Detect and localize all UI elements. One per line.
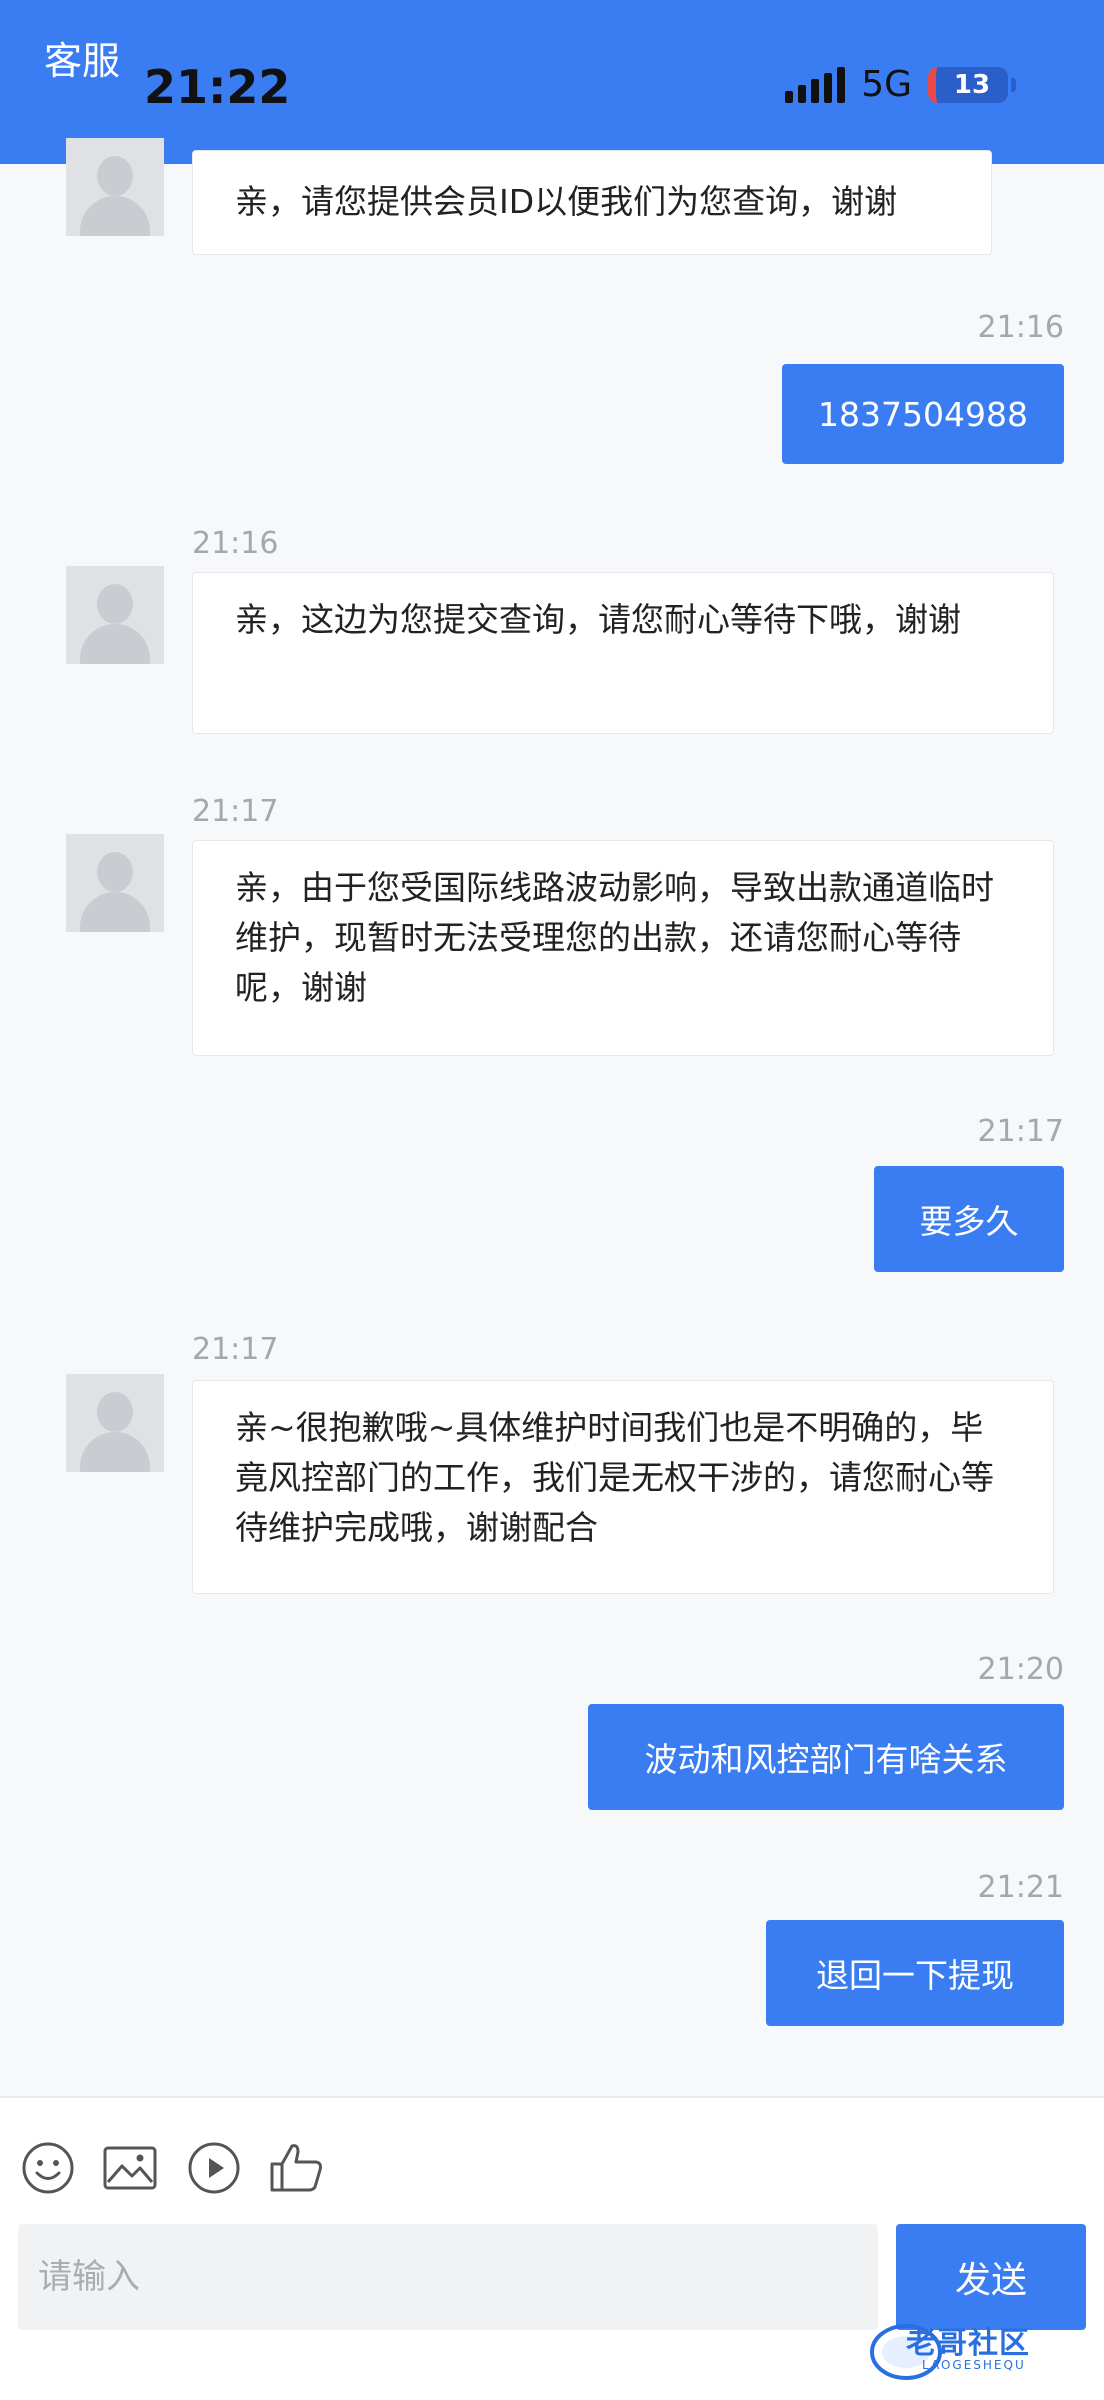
agent-avatar — [66, 1374, 164, 1472]
watermark-subtext: LAOGESHEQU — [922, 2358, 1026, 2372]
message-timestamp: 21:16 — [192, 526, 279, 561]
battery-icon: 13 — [928, 66, 1016, 103]
outgoing-message: 波动和风控部门有啥关系 — [588, 1704, 1064, 1810]
message-text: 要多久 — [919, 1202, 1019, 1241]
message-timestamp: 21:17 — [977, 1114, 1064, 1149]
thumbs-up-icon[interactable] — [268, 2138, 324, 2194]
message-text: 亲，请您提供会员ID以便我们为您查询，谢谢 — [235, 182, 898, 221]
message-timestamp: 21:16 — [977, 310, 1064, 345]
agent-avatar — [66, 834, 164, 932]
outgoing-message: 退回一下提现 — [766, 1920, 1064, 2026]
message-text: 波动和风控部门有啥关系 — [644, 1740, 1008, 1779]
outgoing-message: 1837504988 — [782, 364, 1064, 464]
message-text: 亲，这边为您提交查询，请您耐心等待下哦，谢谢 — [235, 600, 961, 639]
play-icon[interactable] — [186, 2140, 242, 2196]
app-header: 客服 21:22 5G 13 — [0, 0, 1104, 164]
incoming-message: 亲，这边为您提交查询，请您耐心等待下哦，谢谢 — [192, 572, 1054, 734]
agent-avatar — [66, 566, 164, 664]
image-icon[interactable] — [102, 2140, 158, 2196]
incoming-message: 亲，由于您受国际线路波动影响，导致出款通道临时维护，现暂时无法受理您的出款，还请… — [192, 840, 1054, 1056]
message-timestamp: 21:17 — [192, 1332, 279, 1367]
message-text: 亲，由于您受国际线路波动影响，导致出款通道临时维护，现暂时无法受理您的出款，还请… — [235, 868, 994, 1007]
outgoing-message: 要多久 — [874, 1166, 1064, 1272]
watermark-logo: 老哥社区 LAOGESHEQU — [866, 2312, 1092, 2386]
signal-icon — [785, 66, 846, 103]
incoming-message: 亲，请您提供会员ID以便我们为您查询，谢谢 — [192, 150, 992, 255]
status-clock: 21:22 — [144, 60, 291, 114]
incoming-message: 亲~很抱歉哦~具体维护时间我们也是不明确的，毕竟风控部门的工作，我们是无权干涉的… — [192, 1380, 1054, 1594]
message-text: 1837504988 — [818, 394, 1028, 434]
agent-avatar — [66, 138, 164, 236]
status-indicators: 5G 13 — [785, 64, 1016, 105]
message-input[interactable] — [18, 2224, 878, 2330]
message-timestamp: 21:17 — [192, 794, 279, 829]
message-timestamp: 21:21 — [977, 1870, 1064, 1905]
watermark-text: 老哥社区 — [906, 2326, 1030, 2361]
message-text: 退回一下提现 — [816, 1956, 1014, 1995]
message-timestamp: 21:20 — [977, 1652, 1064, 1687]
page-title: 客服 — [44, 39, 121, 83]
network-type: 5G — [861, 64, 912, 105]
emoji-icon[interactable] — [20, 2140, 76, 2196]
battery-level: 13 — [953, 69, 991, 100]
message-text: 亲~很抱歉哦~具体维护时间我们也是不明确的，毕竟风控部门的工作，我们是无权干涉的… — [235, 1408, 994, 1547]
